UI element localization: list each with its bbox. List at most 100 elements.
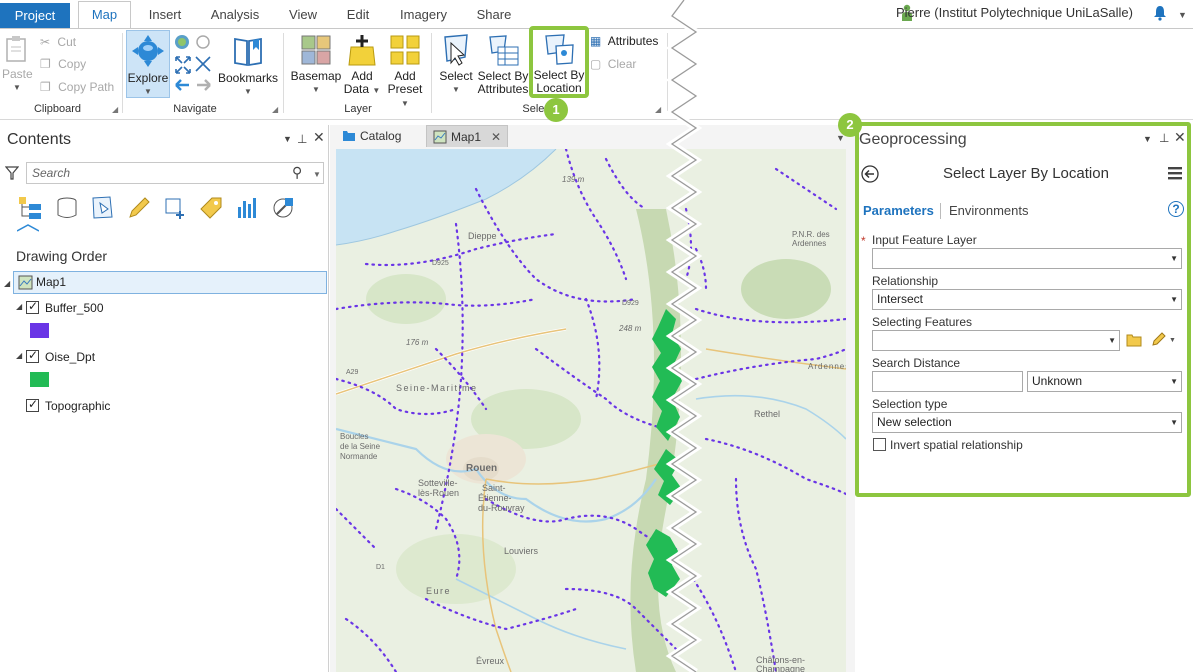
drawing-order-icon[interactable] [17, 195, 43, 221]
paste-button[interactable]: Paste ▼ [2, 35, 33, 94]
map-render[interactable]: Dieppe 139 m 176 m 248 m Seine-Maritime … [336, 149, 846, 672]
tab-insert[interactable]: Insert [140, 2, 190, 28]
tab-edit[interactable]: Edit [339, 2, 377, 28]
search-icon[interactable]: ⚲ [292, 164, 302, 181]
collapse-icon[interactable]: ◢ [16, 351, 22, 360]
pin-icon[interactable]: ⊥ [297, 132, 307, 146]
collapse-icon[interactable]: ◢ [4, 279, 10, 288]
map-label: 139 m [562, 175, 585, 184]
map-label: Louviers [504, 546, 539, 556]
navigate-group-label: Navigate [173, 103, 217, 115]
snapping-icon[interactable] [162, 195, 188, 221]
layer-symbol-swatch[interactable] [30, 323, 49, 338]
close-icon[interactable]: ✕ [491, 126, 501, 148]
map-label: Champagne [756, 664, 805, 672]
highlight-frame [855, 122, 1191, 497]
add-preset-icon [390, 35, 420, 65]
layer-name[interactable]: Oise_Dpt [45, 350, 95, 364]
map-label: D925 [432, 260, 449, 267]
layer-name[interactable]: Buffer_500 [45, 301, 104, 315]
tab-map1[interactable]: Map1 ✕ [426, 125, 508, 147]
chevron-down-icon[interactable]: ▼ [283, 134, 292, 144]
group-launcher-icon[interactable]: ◢ [655, 105, 661, 114]
filter-icon[interactable] [5, 166, 19, 180]
map-label: Rethel [754, 409, 780, 419]
bookmarks-label: Bookmarks [217, 71, 279, 85]
data-source-icon[interactable] [54, 195, 80, 221]
add-data-button[interactable]: Add Data ▼ [342, 33, 382, 97]
bookmarks-button[interactable]: Bookmarks ▼ [216, 35, 280, 98]
map-icon [433, 130, 447, 144]
tab-view[interactable]: View [283, 2, 323, 28]
map-label: Boucles [340, 432, 368, 441]
map-label: D929 [622, 300, 639, 307]
tab-project[interactable]: Project [0, 3, 70, 28]
highlight-frame [529, 26, 589, 98]
contents-pane: Contents ▼ ⊥ ✕ Search ⚲ ▼ Drawing Order … [0, 125, 329, 672]
basemap-button[interactable]: Basemap ▼ [289, 33, 343, 96]
charts-icon[interactable] [234, 195, 260, 221]
layer-visibility-checkbox[interactable] [26, 348, 39, 363]
explore-button[interactable]: Explore ▼ [126, 30, 170, 98]
map-label: Évreux [476, 656, 505, 666]
layer-visibility-checkbox[interactable] [26, 299, 39, 314]
chevron-down-icon: ▼ [401, 99, 409, 108]
tab-map[interactable]: Map [78, 1, 131, 28]
group-divider [283, 33, 284, 113]
copy-path-button[interactable]: ❐ Copy Path [40, 80, 114, 94]
add-preset-label-2: Preset [387, 82, 423, 96]
layer-visibility-checkbox[interactable] [26, 397, 39, 412]
map-label: 248 m [618, 324, 642, 333]
tab-share[interactable]: Share [470, 2, 518, 28]
attributes-button[interactable]: ▦ Attributes [590, 34, 658, 48]
cut-button[interactable]: ✂ Cut [40, 35, 76, 49]
map-label: de la Seine [340, 442, 381, 451]
tab-analysis[interactable]: Analysis [203, 2, 267, 28]
tab-imagery[interactable]: Imagery [392, 2, 455, 28]
chevron-down-icon: ▼ [244, 87, 252, 96]
map-canvas[interactable]: Dieppe 139 m 176 m 248 m Seine-Maritime … [336, 149, 846, 672]
paste-icon [6, 36, 26, 62]
paste-label: Paste [2, 67, 33, 81]
map-label: du-Rouvray [478, 503, 525, 513]
chevron-down-icon[interactable]: ▼ [313, 170, 321, 179]
copy-button[interactable]: ❐ Copy [40, 57, 86, 71]
select-by-attributes-icon [489, 35, 519, 66]
map-label: Dieppe [468, 231, 497, 241]
ribbon: Paste ▼ ✂ Cut ❐ Copy ❐ Copy Path Clipboa… [0, 26, 1193, 122]
collapse-icon[interactable]: ◢ [16, 302, 22, 311]
layer-name[interactable]: Topographic [45, 399, 110, 413]
search-input[interactable]: Search [26, 162, 324, 184]
select-by-attributes-button[interactable]: Select By Attributes [476, 33, 530, 96]
notification-bell-icon[interactable] [1152, 5, 1168, 21]
select-button[interactable]: Select ▼ [437, 33, 475, 96]
map-label: Eure [426, 586, 451, 596]
navigate-small-tools-icon[interactable] [173, 33, 213, 95]
map-label: Normande [340, 452, 378, 461]
add-preset-button[interactable]: Add Preset ▼ [383, 33, 427, 110]
callout-badge-1: 1 [544, 98, 568, 122]
selection-list-icon[interactable] [90, 195, 116, 221]
editing-pencil-icon[interactable] [126, 195, 152, 221]
group-launcher-icon[interactable]: ◢ [112, 105, 118, 114]
user-account-name[interactable]: Pierre (Institut Polytechnique UniLaSall… [896, 5, 1133, 20]
cut-icon: ✂ [40, 35, 51, 49]
add-data-label-2: Data [343, 82, 370, 96]
layer-group-label: Layer [344, 103, 372, 115]
labeling-icon[interactable] [198, 195, 224, 221]
map-icon [18, 275, 33, 290]
group-divider [431, 33, 432, 113]
clear-selection-button[interactable]: ▢ Clear [590, 57, 636, 71]
tab-catalog[interactable]: Catalog [336, 125, 418, 147]
basemap-label: Basemap [290, 69, 342, 83]
map-label: Seine-Maritime [396, 383, 478, 393]
layer-symbol-swatch[interactable] [30, 372, 49, 387]
map-node[interactable]: Map1 [13, 271, 327, 294]
close-icon[interactable]: ✕ [313, 129, 325, 146]
callout-badge-2: 2 [838, 113, 862, 137]
chevron-down-icon: ▼ [312, 85, 320, 94]
group-launcher-icon[interactable]: ◢ [272, 105, 278, 114]
list-by-perspective-icon[interactable] [270, 195, 296, 221]
copy-icon: ❐ [40, 57, 51, 71]
chevron-down-icon[interactable]: ▼ [1178, 10, 1187, 20]
